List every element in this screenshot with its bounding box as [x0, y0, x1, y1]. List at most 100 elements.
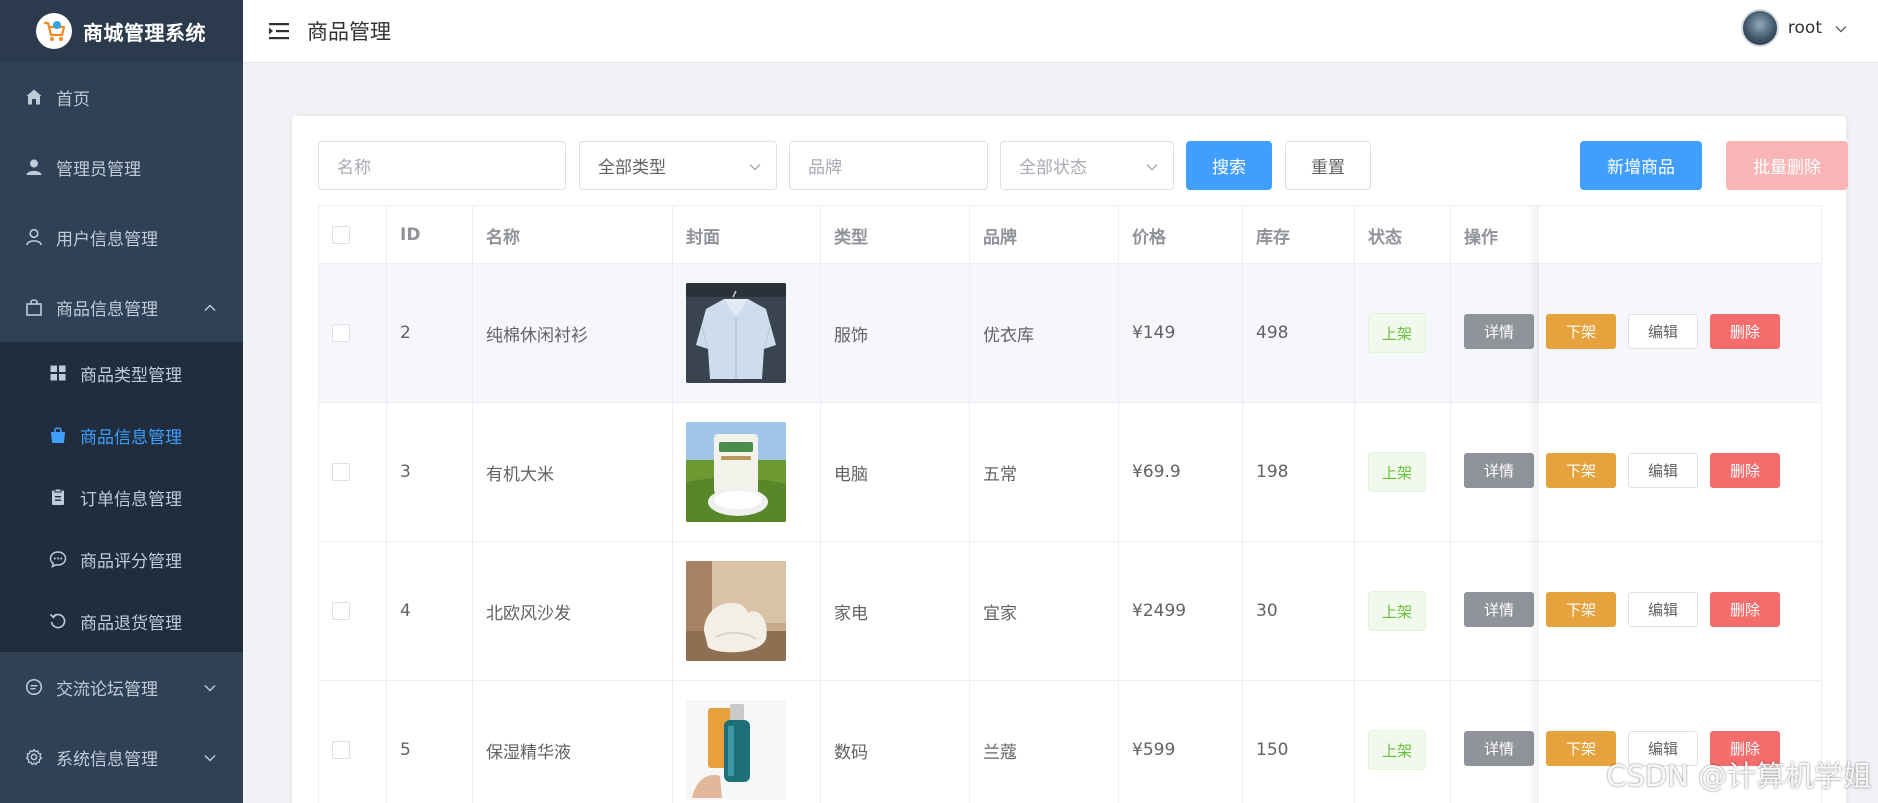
sidebar-subitem-label: 订单信息管理	[80, 489, 182, 510]
select-all-checkbox[interactable]	[332, 226, 350, 244]
status-select[interactable]: 全部状态	[1000, 141, 1174, 190]
table-row: 5 保湿精华液 数码 兰蔻 ¥599 150 上架 详情 下架 编辑 删除	[319, 681, 1821, 803]
sidebar-subitem-label: 商品信息管理	[80, 427, 182, 448]
actions-cell: 详情 下架 编辑 删除	[1451, 542, 1821, 680]
sidebar-subitem-label: 商品退货管理	[80, 613, 182, 634]
detail-button[interactable]: 详情	[1464, 453, 1534, 488]
name-cell: 有机大米	[473, 403, 673, 541]
logo-bar: 商城管理系统	[0, 0, 243, 62]
name-cell: 保湿精华液	[473, 681, 673, 803]
batch-delete-button[interactable]: 批量删除	[1726, 141, 1848, 190]
sidebar-item-system[interactable]: 系统信息管理	[0, 722, 243, 792]
home-icon	[24, 87, 44, 107]
rice-cover-image[interactable]	[686, 422, 786, 522]
brand-search-input[interactable]: 品牌	[789, 141, 988, 190]
row-checkbox[interactable]	[332, 602, 350, 620]
detail-button[interactable]: 详情	[1464, 731, 1534, 766]
column-header: 类型	[821, 206, 970, 264]
sidebar-item-admin[interactable]: 管理员管理	[0, 132, 243, 202]
sofa-cover-image[interactable]	[686, 561, 786, 661]
shirt-cover-image[interactable]	[686, 283, 786, 383]
user-icon	[24, 227, 44, 247]
sidebar-item-label: 用户信息管理	[56, 229, 158, 250]
brand-cell: 宜家	[970, 542, 1119, 680]
sidebar-item-label: 商品信息管理	[56, 299, 158, 320]
status-cell: 上架	[1355, 264, 1451, 402]
brand-placeholder: 品牌	[808, 158, 842, 178]
column-header: 品牌	[970, 206, 1119, 264]
column-header: ID	[387, 206, 473, 264]
sidebar-subitem-product-types[interactable]: 商品类型管理	[0, 342, 243, 404]
id-cell: 3	[387, 403, 473, 541]
add-product-button[interactable]: 新增商品	[1580, 141, 1702, 190]
name-search-input[interactable]: 名称	[318, 141, 566, 190]
brand-cell: 五常	[970, 403, 1119, 541]
sidebar-item-label: 交流论坛管理	[56, 679, 158, 700]
chevron-down-icon	[748, 159, 762, 173]
row-select-cell	[319, 403, 387, 541]
chevron-down-icon	[1834, 21, 1848, 35]
edit-button[interactable]: 编辑	[1628, 314, 1698, 349]
sidebar-subitem-label: 商品评分管理	[80, 551, 182, 572]
type-cell: 数码	[821, 681, 970, 803]
sidebar-subitem-product-info[interactable]: 商品信息管理	[0, 404, 243, 466]
sidebar-item-home[interactable]: 首页	[0, 62, 243, 132]
table-header: ID 名称 封面 类型 品牌 价格 库存 状态 操作	[319, 206, 1821, 264]
sidebar-item-products[interactable]: 商品信息管理	[0, 272, 243, 342]
row-select-cell	[319, 681, 387, 803]
chevron-up-icon	[203, 300, 217, 314]
watermark: CSDN @计算机学姐	[1606, 759, 1872, 793]
status-cell: 上架	[1355, 403, 1451, 541]
column-header: 库存	[1243, 206, 1355, 264]
brand-cell: 优衣库	[970, 264, 1119, 402]
offshelf-button[interactable]: 下架	[1546, 314, 1616, 349]
offshelf-button[interactable]: 下架	[1546, 453, 1616, 488]
name-cell: 北欧风沙发	[473, 542, 673, 680]
chat-icon	[24, 677, 44, 697]
delete-button[interactable]: 删除	[1710, 453, 1780, 488]
sidebar-subitem-ratings[interactable]: 商品评分管理	[0, 528, 243, 590]
sidebar: 商城管理系统 首页 管理员管理 用户信息管理 商品信息管理 商品类型管理 商品信…	[0, 0, 243, 803]
select-all-cell	[319, 206, 387, 264]
reset-button[interactable]: 重置	[1285, 141, 1371, 190]
sidebar-subitem-label: 商品类型管理	[80, 365, 182, 386]
sidebar-subitem-returns[interactable]: 商品退货管理	[0, 590, 243, 652]
sidebar-subitem-orders[interactable]: 订单信息管理	[0, 466, 243, 528]
chevron-down-icon	[203, 680, 217, 694]
sidebar-item-users[interactable]: 用户信息管理	[0, 202, 243, 272]
menu-fold-icon[interactable]	[269, 22, 291, 40]
delete-button[interactable]: 删除	[1710, 592, 1780, 627]
sidebar-item-label: 系统信息管理	[56, 749, 158, 770]
row-checkbox[interactable]	[332, 463, 350, 481]
main-card: 名称 全部类型 品牌 全部状态 搜索 重置 新增商品 批量删除 ID 名称 封面…	[292, 116, 1848, 803]
row-checkbox[interactable]	[332, 741, 350, 759]
cover-cell	[673, 542, 821, 680]
column-header: 名称	[473, 206, 673, 264]
serum-cover-image[interactable]	[686, 700, 786, 800]
edit-button[interactable]: 编辑	[1628, 592, 1698, 627]
type-cell: 家电	[821, 542, 970, 680]
delete-button[interactable]: 删除	[1710, 314, 1780, 349]
search-button[interactable]: 搜索	[1186, 141, 1272, 190]
actions-cell: 详情 下架 编辑 删除	[1451, 403, 1821, 541]
status-select-value: 全部状态	[1019, 158, 1087, 178]
id-cell: 2	[387, 264, 473, 402]
detail-button[interactable]: 详情	[1464, 592, 1534, 627]
user-menu[interactable]: root	[1740, 9, 1848, 47]
type-select[interactable]: 全部类型	[579, 141, 777, 190]
chevron-down-icon	[1145, 159, 1159, 173]
price-cell: ¥149	[1119, 264, 1243, 402]
refresh-icon	[48, 611, 68, 631]
price-cell: ¥2499	[1119, 542, 1243, 680]
type-cell: 电脑	[821, 403, 970, 541]
app-title: 商城管理系统	[83, 20, 206, 45]
id-cell: 5	[387, 681, 473, 803]
comment-icon	[48, 549, 68, 569]
offshelf-button[interactable]: 下架	[1546, 592, 1616, 627]
row-checkbox[interactable]	[332, 324, 350, 342]
sidebar-item-forum[interactable]: 交流论坛管理	[0, 652, 243, 722]
status-badge: 上架	[1368, 313, 1427, 353]
column-header: 操作	[1464, 227, 1498, 248]
edit-button[interactable]: 编辑	[1628, 453, 1698, 488]
detail-button[interactable]: 详情	[1464, 314, 1534, 349]
